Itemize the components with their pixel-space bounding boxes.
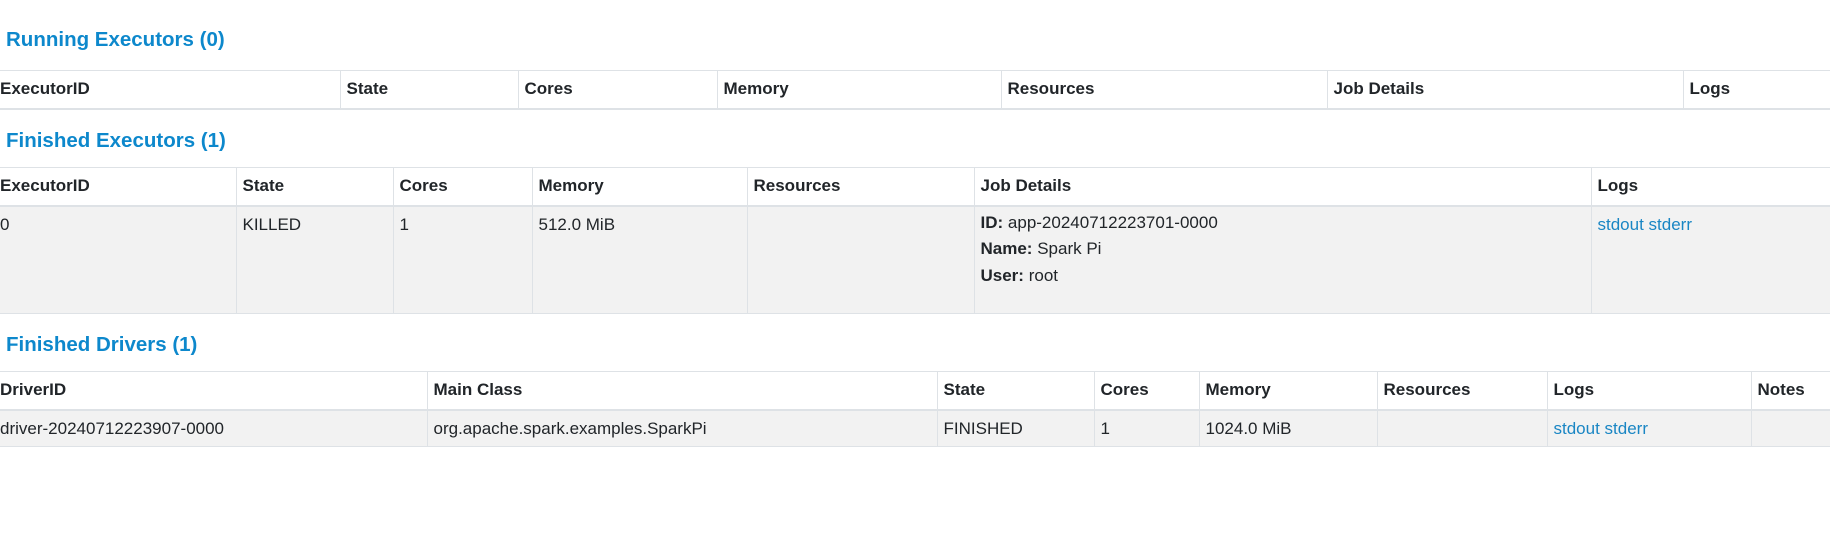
job-id-value: app-20240712223701-0000	[1007, 212, 1218, 232]
column-header-logs[interactable]: Logs	[1546, 371, 1751, 411]
state-cell: KILLED	[235, 205, 393, 314]
cores-cell: 1	[1093, 409, 1199, 447]
table-header-row: ExecutorID State Cores Memory Resources …	[0, 167, 1830, 207]
column-header-logs[interactable]: Logs	[1590, 167, 1830, 207]
table-header-row: ExecutorID State Cores Memory Resources …	[0, 70, 1830, 110]
resources-cell	[746, 205, 974, 314]
column-header-memory[interactable]: Memory	[716, 70, 1001, 110]
column-header-job-details[interactable]: Job Details	[1326, 70, 1683, 110]
memory-cell: 1024.0 MiB	[1198, 409, 1377, 447]
column-header-job-details[interactable]: Job Details	[973, 167, 1591, 207]
column-header-memory[interactable]: Memory	[531, 167, 747, 207]
column-header-cores[interactable]: Cores	[392, 167, 532, 207]
executor-id-cell: 0	[0, 205, 236, 314]
finished-executors-title[interactable]: Finished Executors (1)	[6, 130, 226, 152]
column-header-cores[interactable]: Cores	[517, 70, 717, 110]
table-header-row: DriverID Main Class State Cores Memory R…	[0, 371, 1830, 411]
job-user-line: User: root	[981, 263, 1585, 290]
main-class-cell: org.apache.spark.examples.SparkPi	[426, 409, 937, 447]
resources-cell	[1376, 409, 1547, 447]
column-header-state[interactable]: State	[235, 167, 393, 207]
job-name-key: Name:	[980, 239, 1033, 258]
column-header-logs[interactable]: Logs	[1682, 70, 1830, 110]
stderr-link[interactable]: stderr	[1605, 419, 1648, 438]
column-header-executor-id[interactable]: ExecutorID	[0, 167, 236, 207]
job-id-line: ID: app-20240712223701-0000	[981, 210, 1585, 237]
cores-cell: 1	[392, 205, 532, 314]
column-header-resources[interactable]: Resources	[746, 167, 974, 207]
job-name-line: Name: Spark Pi	[981, 236, 1585, 263]
stderr-link[interactable]: stderr	[1649, 215, 1692, 234]
column-header-executor-id[interactable]: ExecutorID	[0, 70, 340, 110]
driver-id-cell: driver-20240712223907-0000	[0, 409, 427, 447]
memory-cell: 512.0 MiB	[531, 205, 747, 314]
logs-cell: stdout stderr	[1590, 205, 1830, 314]
logs-cell: stdout stderr	[1546, 409, 1751, 447]
job-name-value: Spark Pi	[1037, 239, 1102, 258]
column-header-main-class[interactable]: Main Class	[426, 371, 937, 411]
job-id-key: ID:	[980, 212, 1004, 232]
column-header-driver-id[interactable]: DriverID	[0, 371, 427, 411]
column-header-state[interactable]: State	[936, 371, 1094, 411]
column-header-resources[interactable]: Resources	[1000, 70, 1327, 110]
notes-cell	[1750, 409, 1830, 447]
job-user-key: User:	[980, 265, 1024, 285]
running-executors-table: ExecutorID State Cores Memory Resources …	[0, 70, 1830, 110]
state-cell: FINISHED	[936, 409, 1094, 447]
finished-drivers-title[interactable]: Finished Drivers (1)	[6, 334, 197, 356]
column-header-state[interactable]: State	[339, 70, 518, 110]
table-row: driver-20240712223907-0000 org.apache.sp…	[0, 409, 1830, 447]
running-executors-title[interactable]: Running Executors (0)	[6, 29, 225, 51]
column-header-notes[interactable]: Notes	[1750, 371, 1830, 411]
finished-executors-table: ExecutorID State Cores Memory Resources …	[0, 167, 1830, 314]
job-user-value: root	[1028, 265, 1058, 285]
column-header-memory[interactable]: Memory	[1198, 371, 1377, 411]
table-row: 0 KILLED 1 512.0 MiB ID: app-20240712223…	[0, 205, 1830, 314]
page: Running Executors (0) ExecutorID State C…	[0, 0, 1830, 542]
job-details-cell: ID: app-20240712223701-0000 Name: Spark …	[973, 205, 1591, 314]
stdout-link[interactable]: stdout	[1598, 215, 1644, 234]
finished-drivers-table: DriverID Main Class State Cores Memory R…	[0, 371, 1830, 447]
column-header-cores[interactable]: Cores	[1093, 371, 1199, 411]
stdout-link[interactable]: stdout	[1554, 419, 1600, 438]
column-header-resources[interactable]: Resources	[1376, 371, 1547, 411]
